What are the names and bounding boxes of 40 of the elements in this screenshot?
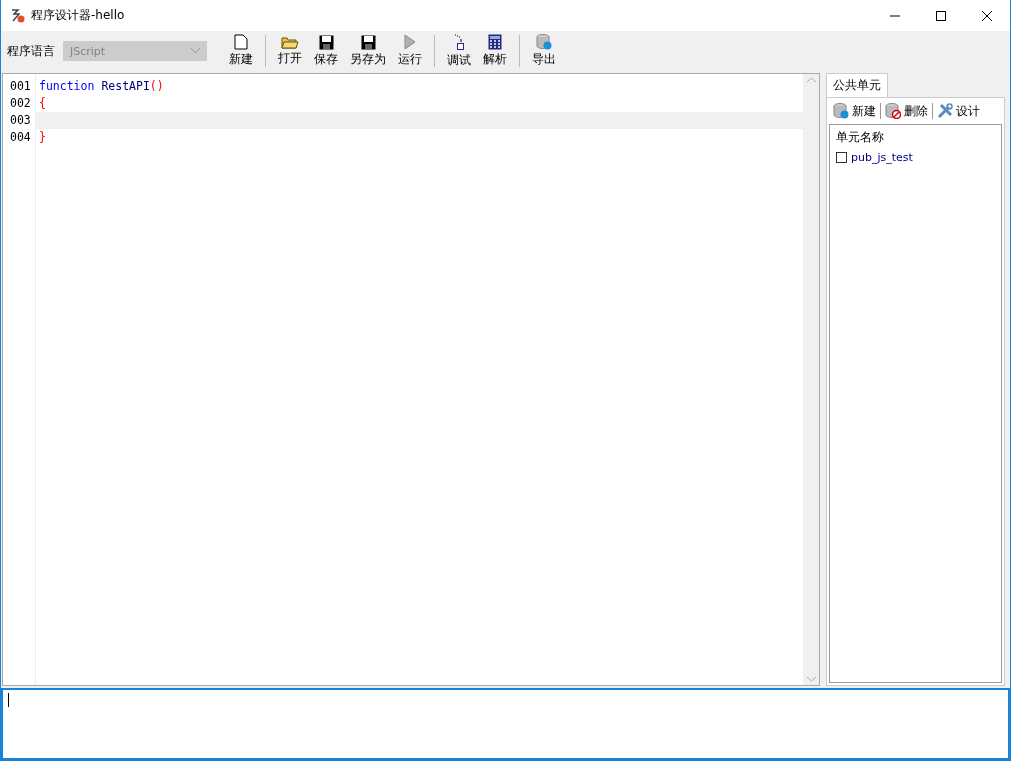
toolbar-button[interactable]: 导出 xyxy=(526,34,562,68)
page-icon xyxy=(234,34,248,50)
toolbar-button[interactable]: 另存为 xyxy=(344,34,392,68)
folder-icon xyxy=(281,35,299,49)
toolbar-button[interactable]: 打开 xyxy=(272,35,308,67)
line-number: 003 xyxy=(9,112,32,129)
step-into-icon xyxy=(453,33,465,51)
scroll-up-icon[interactable] xyxy=(806,77,816,83)
tools-icon xyxy=(937,103,953,119)
column-header: 单元名称 xyxy=(836,129,885,146)
toolbar-button[interactable]: 新建 xyxy=(223,34,259,68)
toolbar-button[interactable]: 调试 xyxy=(441,33,477,69)
database-add-icon xyxy=(833,103,849,119)
code-line: } xyxy=(38,129,47,146)
panel-button[interactable]: 设计 xyxy=(933,102,984,120)
toolbar-button[interactable]: 解析 xyxy=(477,34,513,68)
scroll-down-icon[interactable] xyxy=(806,676,816,682)
window-title: 程序设计器-hello xyxy=(31,7,125,24)
app-logo-icon xyxy=(9,7,25,24)
play-icon xyxy=(404,34,416,50)
toolbar-button[interactable]: 保存 xyxy=(308,34,344,68)
panel-tab[interactable]: 公共单元 xyxy=(826,73,888,97)
chevron-down-icon xyxy=(191,48,200,54)
toolbar-button[interactable]: 运行 xyxy=(392,34,428,68)
database-delete-icon xyxy=(885,103,901,119)
line-number: 002 xyxy=(9,95,32,112)
checkbox[interactable] xyxy=(836,152,847,163)
panel-button[interactable]: 新建 xyxy=(829,102,880,120)
language-label: 程序语言 xyxy=(7,42,55,60)
output-field[interactable] xyxy=(1,688,1010,760)
line-number: 001 xyxy=(9,78,32,95)
code-line: function RestAPI() xyxy=(38,78,165,95)
maximize-icon xyxy=(936,10,946,21)
database-icon xyxy=(536,34,552,50)
calculator-icon xyxy=(488,34,502,50)
list-item-label[interactable]: pub_js_test xyxy=(851,151,913,164)
panel-button[interactable]: 删除 xyxy=(881,102,932,120)
line-number: 004 xyxy=(9,129,32,146)
close-icon xyxy=(982,10,992,21)
code-line: { xyxy=(38,95,47,112)
